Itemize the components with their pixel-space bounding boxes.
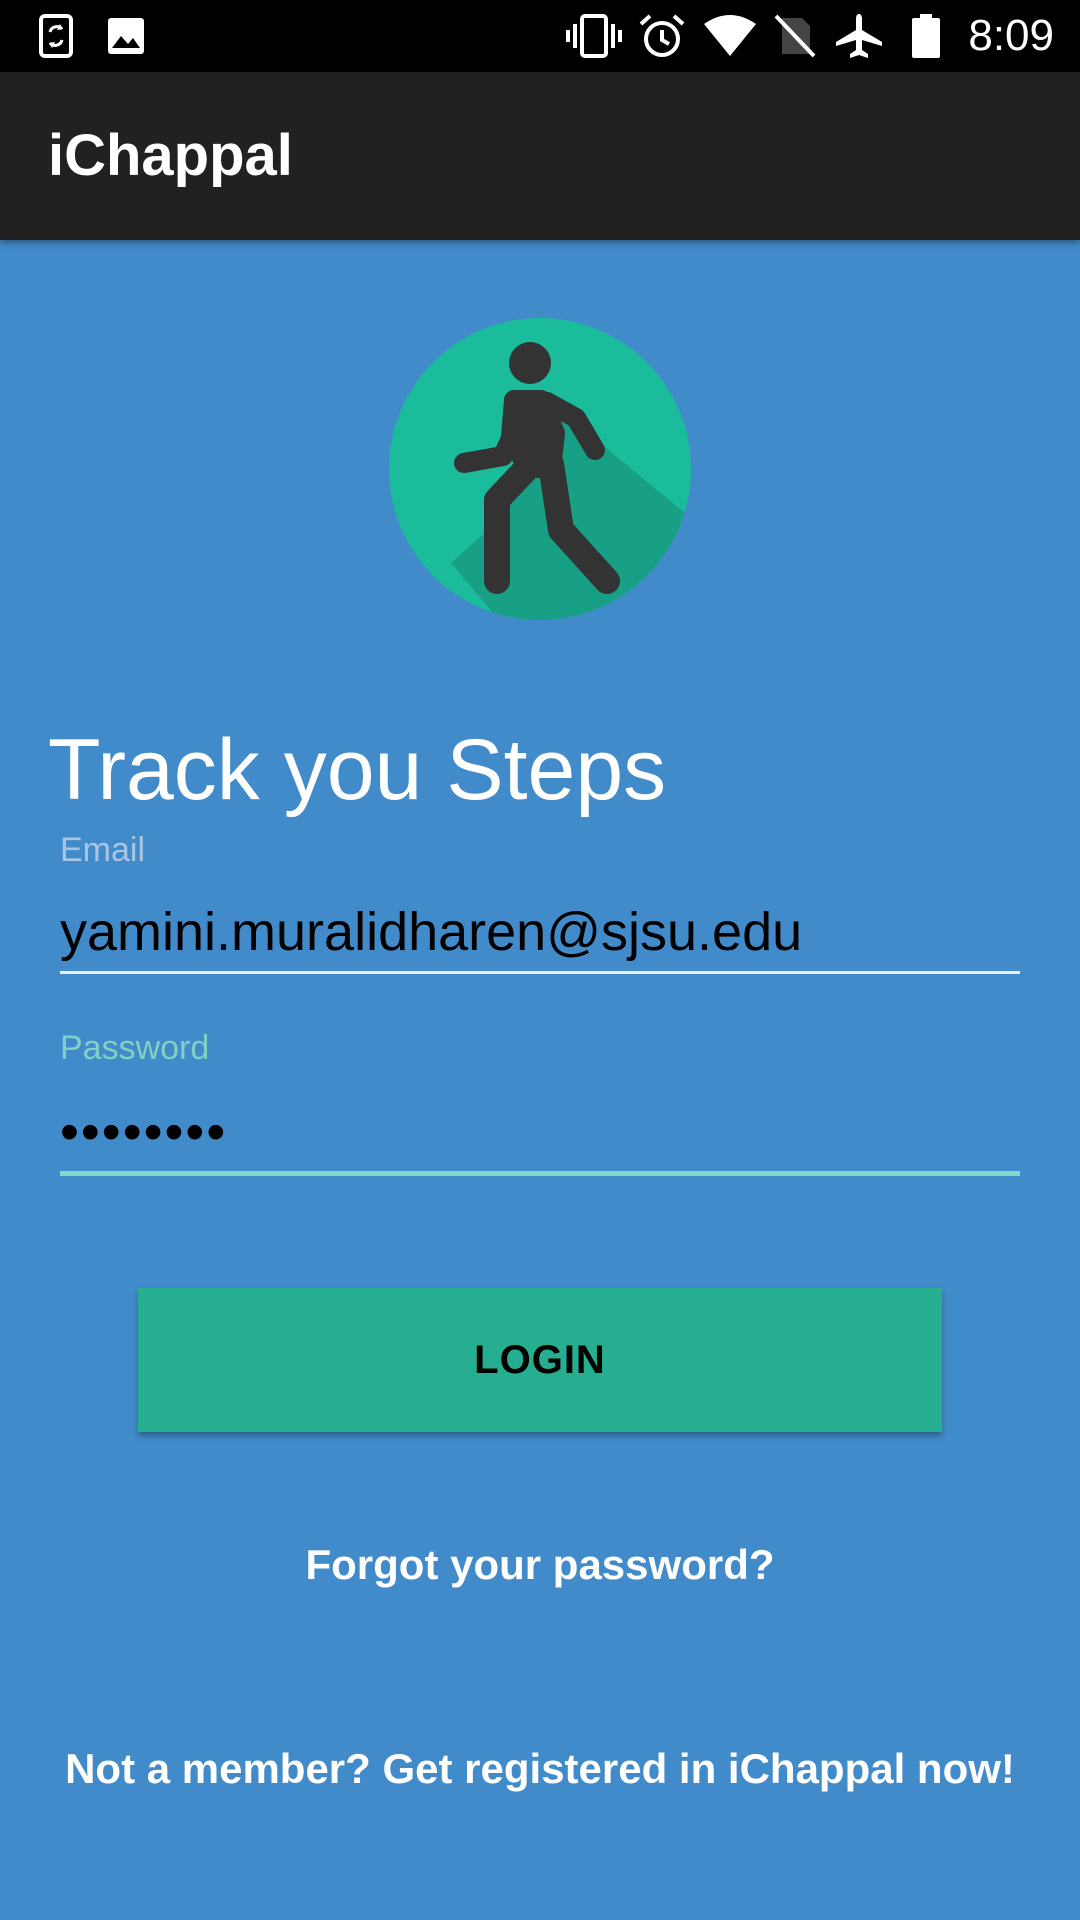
password-label: Password <box>60 1029 210 1067</box>
email-underline <box>60 971 1020 974</box>
forgot-password-link[interactable]: Forgot your password? <box>0 1540 1080 1590</box>
phone-sync-icon <box>39 14 73 58</box>
no-sim-icon <box>774 14 816 58</box>
email-field[interactable] <box>60 900 1020 964</box>
login-button[interactable]: LOGIN <box>138 1288 942 1432</box>
battery-icon <box>912 14 940 58</box>
status-bar: 8:09 <box>0 0 1080 72</box>
walking-person-icon <box>389 318 691 620</box>
password-underline <box>60 1171 1020 1176</box>
email-label: Email <box>60 831 146 869</box>
password-field[interactable] <box>60 1100 1020 1164</box>
app-title: iChappal <box>48 123 293 188</box>
vibrate-icon <box>566 14 622 58</box>
register-link[interactable]: Not a member? Get registered in iChappal… <box>0 1744 1080 1794</box>
airplane-mode-icon <box>836 14 882 58</box>
status-time: 8:09 <box>968 11 1054 60</box>
image-icon <box>108 18 144 54</box>
headline: Track you Steps <box>48 722 667 818</box>
alarm-icon <box>639 14 685 57</box>
app-bar: iChappal <box>0 72 1080 240</box>
wifi-icon <box>704 15 756 56</box>
